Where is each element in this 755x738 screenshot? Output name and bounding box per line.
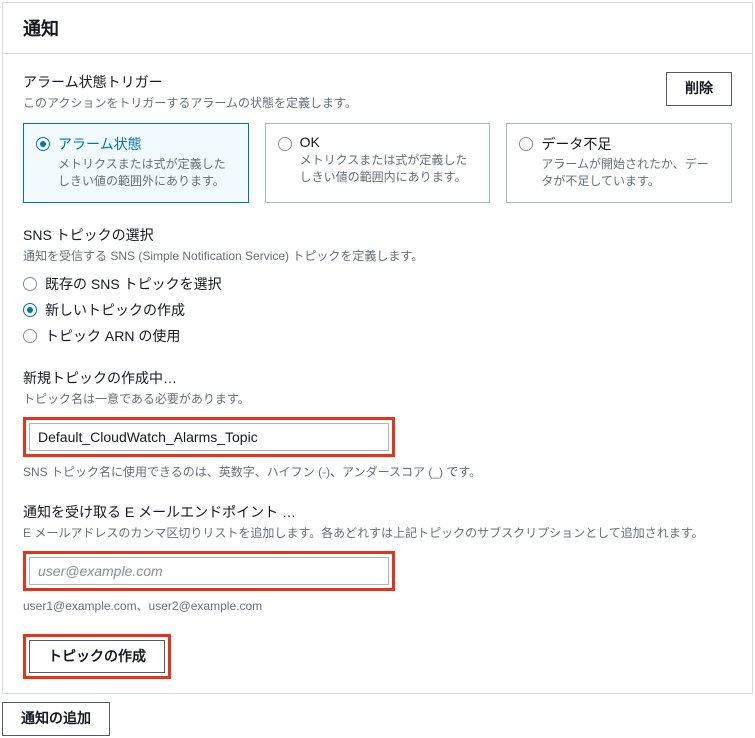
email-input[interactable] — [29, 557, 389, 585]
trigger-tile-desc: メトリクスまたは式が定義したしきい値の範囲外にあります。 — [58, 156, 236, 190]
sns-option-label: 既存の SNS トピックを選択 — [45, 274, 222, 294]
radio-icon — [23, 329, 37, 343]
new-topic-hint: SNS トピック名に使用できるのは、英数字、ハイフン (-)、アンダースコア (… — [23, 463, 732, 480]
button-row: トピックの作成 — [23, 634, 732, 680]
trigger-tile-title: データ不足 — [541, 134, 719, 154]
panel-header: 通知 — [3, 3, 752, 54]
trigger-tile-desc: メトリクスまたは式が定義したしきい値の範囲内にあります。 — [300, 152, 478, 186]
email-section: 通知を受け取る E メールエンドポイント … E メールアドレスのカンマ区切りリ… — [23, 502, 732, 614]
trigger-tile-desc: アラームが開始されたか、データが不足しています。 — [541, 156, 719, 190]
new-topic-label: 新規トピックの作成中… — [23, 368, 732, 388]
trigger-tile-title: OK — [300, 134, 478, 150]
add-notification-wrap: 通知の追加 — [2, 702, 110, 736]
sns-radio-group: 既存の SNS トピックを選択 新しいトピックの作成 トピック ARN の使用 — [23, 274, 732, 346]
sns-label: SNS トピックの選択 — [23, 225, 732, 245]
new-topic-input-wrap — [23, 417, 732, 457]
trigger-tiles: アラーム状態 メトリクスまたは式が定義したしきい値の範囲外にあります。 OK メ… — [23, 123, 732, 203]
email-input-wrap — [23, 551, 732, 591]
email-hint: user1@example.com、user2@example.com — [23, 597, 732, 614]
add-notification-button[interactable]: 通知の追加 — [2, 702, 110, 736]
trigger-tile-alarm[interactable]: アラーム状態 メトリクスまたは式が定義したしきい値の範囲外にあります。 — [23, 123, 249, 203]
sns-section: SNS トピックの選択 通知を受信する SNS (Simple Notifica… — [23, 225, 732, 346]
sns-option-existing[interactable]: 既存の SNS トピックを選択 — [23, 274, 732, 294]
delete-button[interactable]: 削除 — [666, 72, 732, 106]
radio-icon — [36, 137, 50, 151]
trigger-tile-ok[interactable]: OK メトリクスまたは式が定義したしきい値の範囲内にあります。 — [265, 123, 491, 203]
radio-icon — [23, 277, 37, 291]
sns-option-label: 新しいトピックの作成 — [45, 300, 185, 320]
panel-title: 通知 — [23, 15, 732, 41]
topic-name-input[interactable] — [29, 423, 389, 451]
highlight-box — [23, 551, 395, 591]
email-label: 通知を受け取る E メールエンドポイント … — [23, 502, 732, 522]
create-topic-button[interactable]: トピックの作成 — [29, 640, 165, 674]
trigger-header-row: アラーム状態トリガー このアクションをトリガーするアラームの状態を定義します。 … — [23, 72, 732, 111]
sns-desc: 通知を受信する SNS (Simple Notification Service… — [23, 247, 732, 264]
new-topic-desc: トピック名は一意である必要があります。 — [23, 390, 732, 407]
highlight-box: トピックの作成 — [23, 634, 171, 680]
panel-body: アラーム状態トリガー このアクションをトリガーするアラームの状態を定義します。 … — [3, 54, 752, 693]
highlight-box — [23, 417, 395, 457]
radio-icon — [519, 137, 533, 151]
trigger-label: アラーム状態トリガー — [23, 72, 357, 92]
trigger-header-text: アラーム状態トリガー このアクションをトリガーするアラームの状態を定義します。 — [23, 72, 357, 111]
email-desc: E メールアドレスのカンマ区切りリストを追加します。各あどれすは上記トピックのサ… — [23, 524, 732, 541]
notification-panel: 通知 アラーム状態トリガー このアクションをトリガーするアラームの状態を定義しま… — [2, 2, 753, 694]
new-topic-section: 新規トピックの作成中… トピック名は一意である必要があります。 SNS トピック… — [23, 368, 732, 480]
trigger-tile-insufficient[interactable]: データ不足 アラームが開始されたか、データが不足しています。 — [506, 123, 732, 203]
radio-icon — [23, 303, 37, 317]
sns-option-create[interactable]: 新しいトピックの作成 — [23, 300, 732, 320]
radio-icon — [278, 137, 292, 151]
sns-option-arn[interactable]: トピック ARN の使用 — [23, 326, 732, 346]
trigger-tile-title: アラーム状態 — [58, 134, 236, 154]
sns-option-label: トピック ARN の使用 — [45, 326, 180, 346]
trigger-desc: このアクションをトリガーするアラームの状態を定義します。 — [23, 94, 357, 111]
